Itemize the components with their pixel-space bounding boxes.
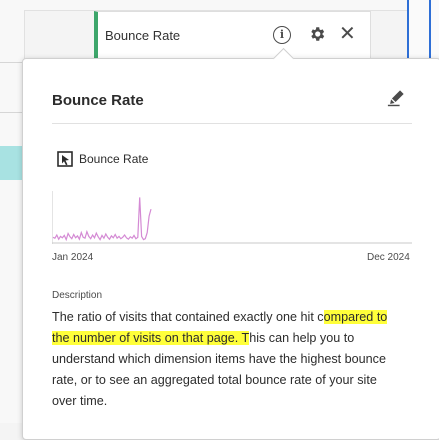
trend-sparkline [52, 191, 412, 244]
divider [0, 62, 24, 63]
metric-column-header[interactable]: • • • Bounce Rate i ✕ [94, 11, 371, 59]
info-icon[interactable]: i [273, 26, 291, 44]
metric-label: Bounce Rate [105, 28, 181, 43]
description-text-part: The ratio of visits that contained exact… [52, 310, 324, 324]
divider [0, 112, 24, 113]
close-icon[interactable]: ✕ [339, 23, 356, 45]
edit-icon[interactable] [387, 89, 405, 107]
calculated-metric-icon [57, 151, 73, 167]
popover-title: Bounce Rate [52, 92, 144, 109]
sparkline-start-label: Jan 2024 [52, 252, 94, 263]
table-header-strip [24, 0, 439, 11]
divider [52, 123, 412, 124]
drop-zone-indicator [407, 0, 409, 62]
metric-name: Bounce Rate [79, 152, 149, 166]
description-label: Description [52, 290, 103, 301]
drag-handle-icon[interactable]: • • • [98, 27, 102, 45]
description-text: The ratio of visits that contained exact… [52, 307, 388, 412]
selected-row-highlight [0, 146, 22, 180]
sparkline-series [52, 197, 152, 242]
metric-info-popover: Bounce Rate Bounce Rate Jan 2024 Dec 202… [22, 47, 439, 440]
sparkline-end-label: Dec 2024 [367, 252, 410, 263]
gear-icon[interactable] [308, 25, 326, 43]
